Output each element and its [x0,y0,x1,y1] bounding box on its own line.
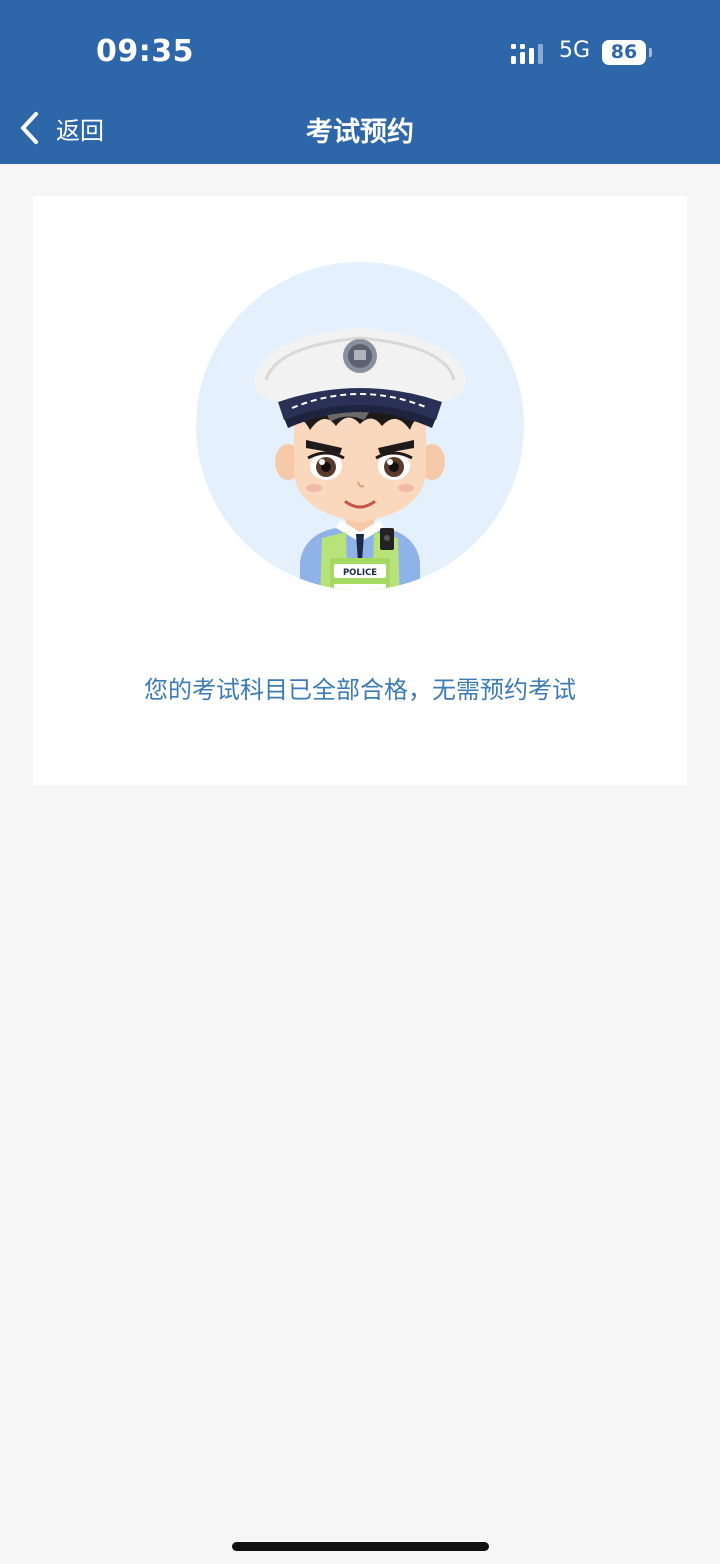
status-bar: 09:35 5G 86 [0,0,720,96]
battery-tip [649,48,652,57]
signal-bars-icon [511,44,543,64]
status-time: 09:35 [96,34,194,69]
police-officer-avatar: POLICE [196,262,524,590]
page-title: 考试预约 [306,117,414,148]
nav-bar: 返回 考试预约 [0,96,720,164]
battery-level: 86 [610,41,638,63]
battery-icon: 86 [602,40,646,65]
vest-badge-text: POLICE [343,568,377,578]
result-card: POLICE 您的考试科目已全部合格，无需预约考试 [33,196,687,785]
home-indicator[interactable] [232,1542,489,1551]
app-screen: 09:35 5G 86 返回 考试预约 POLICE 您的考试科目已全部合格，无… [0,0,720,1564]
status-message: 您的考试科目已全部合格，无需预约考试 [144,676,576,704]
network-type: 5G [559,38,591,63]
